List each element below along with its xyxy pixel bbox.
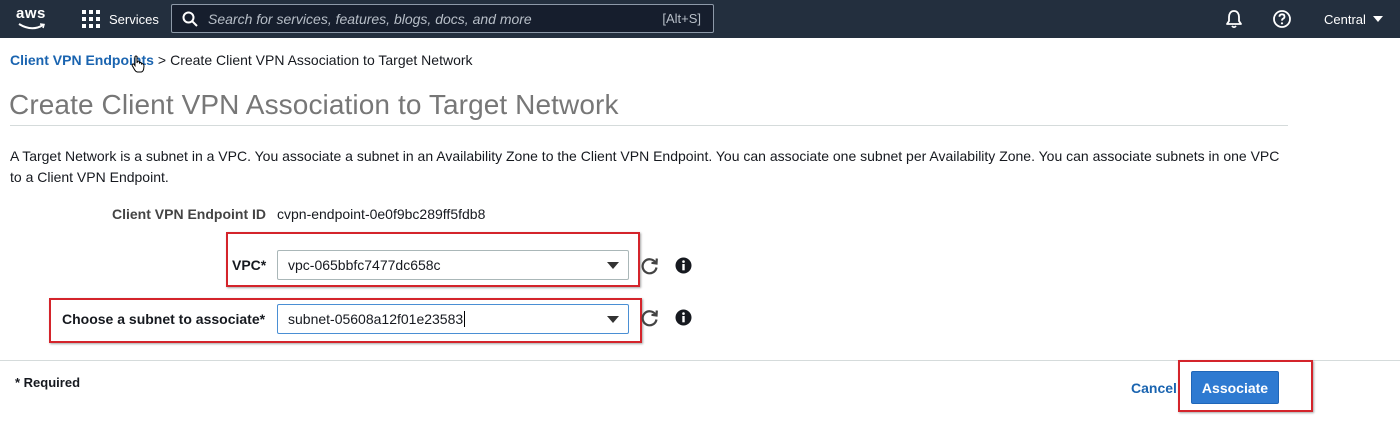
chevron-down-icon bbox=[607, 261, 619, 269]
refresh-icon[interactable] bbox=[640, 256, 660, 276]
grid-icon bbox=[82, 10, 100, 28]
search-input[interactable] bbox=[208, 10, 663, 27]
aws-logo[interactable]: aws bbox=[14, 4, 54, 34]
page-title: Create Client VPN Association to Target … bbox=[9, 89, 619, 120]
chevron-down-icon bbox=[607, 315, 619, 323]
text-cursor bbox=[464, 311, 466, 327]
breadcrumb-separator: > bbox=[157, 52, 167, 68]
endpoint-id-value: cvpn-endpoint-0e0f9bc289ff5fdb8 bbox=[277, 206, 486, 222]
help-icon[interactable] bbox=[1272, 9, 1292, 29]
caret-down-icon bbox=[1372, 16, 1383, 22]
services-label: Services bbox=[109, 11, 159, 27]
search-shortcut-hint: [Alt+S] bbox=[662, 11, 701, 26]
endpoint-id-label: Client VPN Endpoint ID bbox=[112, 206, 266, 222]
title-divider bbox=[10, 125, 1288, 126]
aws-logo-text: aws bbox=[16, 5, 46, 22]
global-search-bar[interactable]: [Alt+S] bbox=[171, 4, 714, 33]
subnet-select[interactable]: subnet-05608a12f01e23583 bbox=[277, 304, 629, 334]
cancel-link[interactable]: Cancel bbox=[1131, 380, 1177, 396]
bell-icon[interactable] bbox=[1224, 9, 1244, 29]
breadcrumb: Client VPN Endpoints > Create Client VPN A… bbox=[10, 52, 473, 68]
page-description: A Target Network is a subnet in a VPC. Y… bbox=[10, 148, 1280, 185]
top-navigation-bar: aws Services [Alt+S] Central bbox=[0, 0, 1400, 38]
required-note: * Required bbox=[15, 375, 81, 390]
vpc-select-value: vpc-065bbfc7477dc658c bbox=[288, 257, 441, 273]
info-icon[interactable] bbox=[675, 257, 692, 274]
services-menu-button[interactable]: Services bbox=[82, 0, 159, 38]
search-icon bbox=[182, 11, 198, 27]
subnet-select-value: subnet-05608a12f01e23583 bbox=[288, 311, 466, 327]
vpc-select[interactable]: vpc-065bbfc7477dc658c bbox=[277, 250, 629, 280]
breadcrumb-current: Create Client VPN Association to Target … bbox=[170, 52, 473, 68]
subnet-label: Choose a subnet to associate* bbox=[62, 311, 266, 327]
associate-button[interactable]: Associate bbox=[1191, 371, 1279, 404]
aws-smile-icon bbox=[18, 23, 45, 30]
region-label: Central bbox=[1324, 11, 1366, 27]
refresh-icon[interactable] bbox=[640, 308, 660, 328]
vpc-label: VPC* bbox=[232, 257, 267, 273]
region-selector[interactable]: Central bbox=[1324, 0, 1383, 38]
info-icon[interactable] bbox=[675, 309, 692, 326]
hand-cursor-icon bbox=[131, 55, 145, 73]
